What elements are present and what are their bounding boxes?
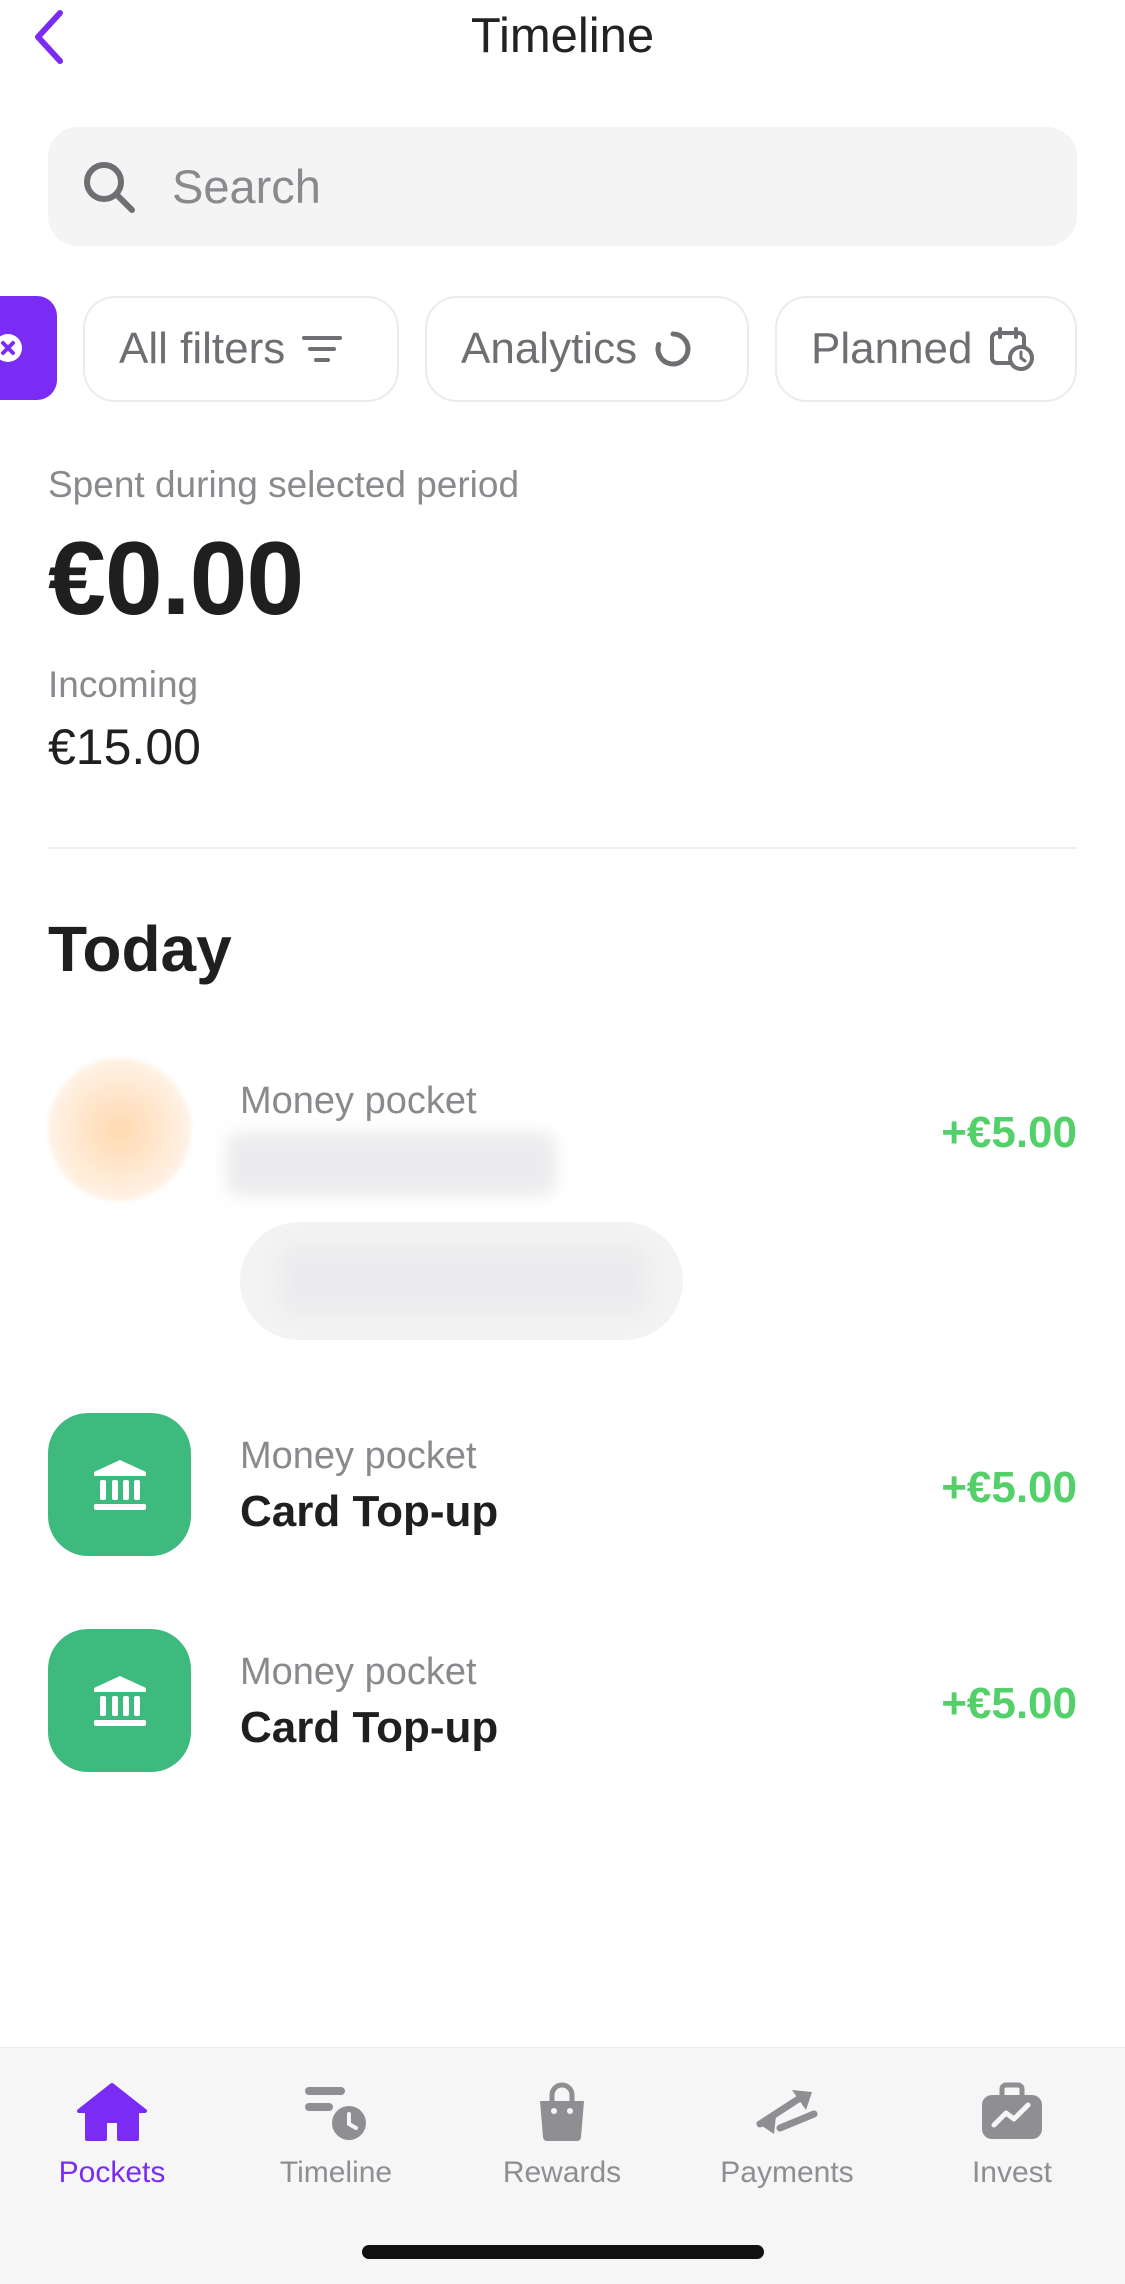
blurred-avatar — [48, 1058, 191, 1201]
page-title: Timeline — [470, 9, 655, 63]
search-placeholder: Search — [172, 160, 321, 213]
transaction-row[interactable]: Money pocket +€5.00 — [0, 1050, 1125, 1350]
tab-payments[interactable]: Payments — [687, 2076, 887, 2206]
redacted-title — [226, 1132, 556, 1196]
incoming-label: Incoming — [48, 664, 199, 705]
search-input[interactable]: Search — [48, 127, 1077, 246]
home-icon — [75, 2076, 149, 2148]
planned-chip[interactable]: Planned — [775, 296, 1077, 402]
chip-label: All filters — [119, 324, 286, 373]
tab-timeline[interactable]: Timeline — [236, 2076, 436, 2206]
transaction-title: Card Top-up — [240, 1487, 499, 1536]
transaction-title: Card Top-up — [240, 1703, 499, 1752]
tab-label: Rewards — [502, 2156, 622, 2189]
tab-label: Pockets — [58, 2156, 166, 2189]
tab-label: Timeline — [279, 2156, 393, 2189]
circular-progress-icon — [653, 329, 693, 369]
redacted-tag — [240, 1222, 683, 1340]
tab-label: Invest — [971, 2156, 1053, 2189]
chip-label: Planned — [811, 324, 973, 373]
filter-lines-icon — [301, 332, 343, 366]
redacted-tag-text — [280, 1244, 648, 1316]
close-icon — [0, 334, 22, 362]
bank-icon — [48, 1413, 191, 1556]
spent-amount: €0.00 — [48, 521, 304, 637]
transaction-amount: +€5.00 — [941, 1463, 1077, 1512]
tab-rewards[interactable]: Rewards — [462, 2076, 662, 2206]
timeline-icon — [301, 2076, 371, 2148]
header: Timeline — [0, 0, 1125, 80]
search-icon — [78, 156, 140, 218]
transaction-subtitle: Money pocket — [240, 1435, 477, 1477]
chip-label: Analytics — [461, 324, 638, 373]
spent-label: Spent during selected period — [48, 464, 520, 505]
divider — [48, 847, 1077, 849]
calendar-clock-icon — [988, 325, 1036, 373]
incoming-amount: €15.00 — [48, 719, 201, 775]
tab-invest[interactable]: Invest — [912, 2076, 1112, 2206]
section-title-today: Today — [48, 913, 232, 985]
transaction-amount: +€5.00 — [941, 1679, 1077, 1728]
analytics-chip[interactable]: Analytics — [425, 296, 749, 402]
clear-filter-button[interactable] — [0, 296, 57, 400]
filter-bar: All filters Analytics Planned — [0, 296, 1125, 402]
shopping-bag-icon — [534, 2076, 590, 2148]
transaction-subtitle: Money pocket — [240, 1080, 477, 1122]
home-indicator[interactable] — [362, 2245, 764, 2259]
tab-pockets[interactable]: Pockets — [12, 2076, 212, 2206]
briefcase-chart-icon — [978, 2076, 1046, 2148]
bank-icon — [48, 1629, 191, 1772]
transaction-row[interactable]: Money pocket Card Top-up +€5.00 — [0, 1629, 1125, 1774]
transfer-arrows-icon — [752, 2076, 822, 2148]
transaction-amount: +€5.00 — [941, 1108, 1077, 1157]
transaction-row[interactable]: Money pocket Card Top-up +€5.00 — [0, 1413, 1125, 1558]
transaction-subtitle: Money pocket — [240, 1651, 477, 1693]
tab-label: Payments — [720, 2156, 854, 2189]
all-filters-chip[interactable]: All filters — [83, 296, 399, 402]
